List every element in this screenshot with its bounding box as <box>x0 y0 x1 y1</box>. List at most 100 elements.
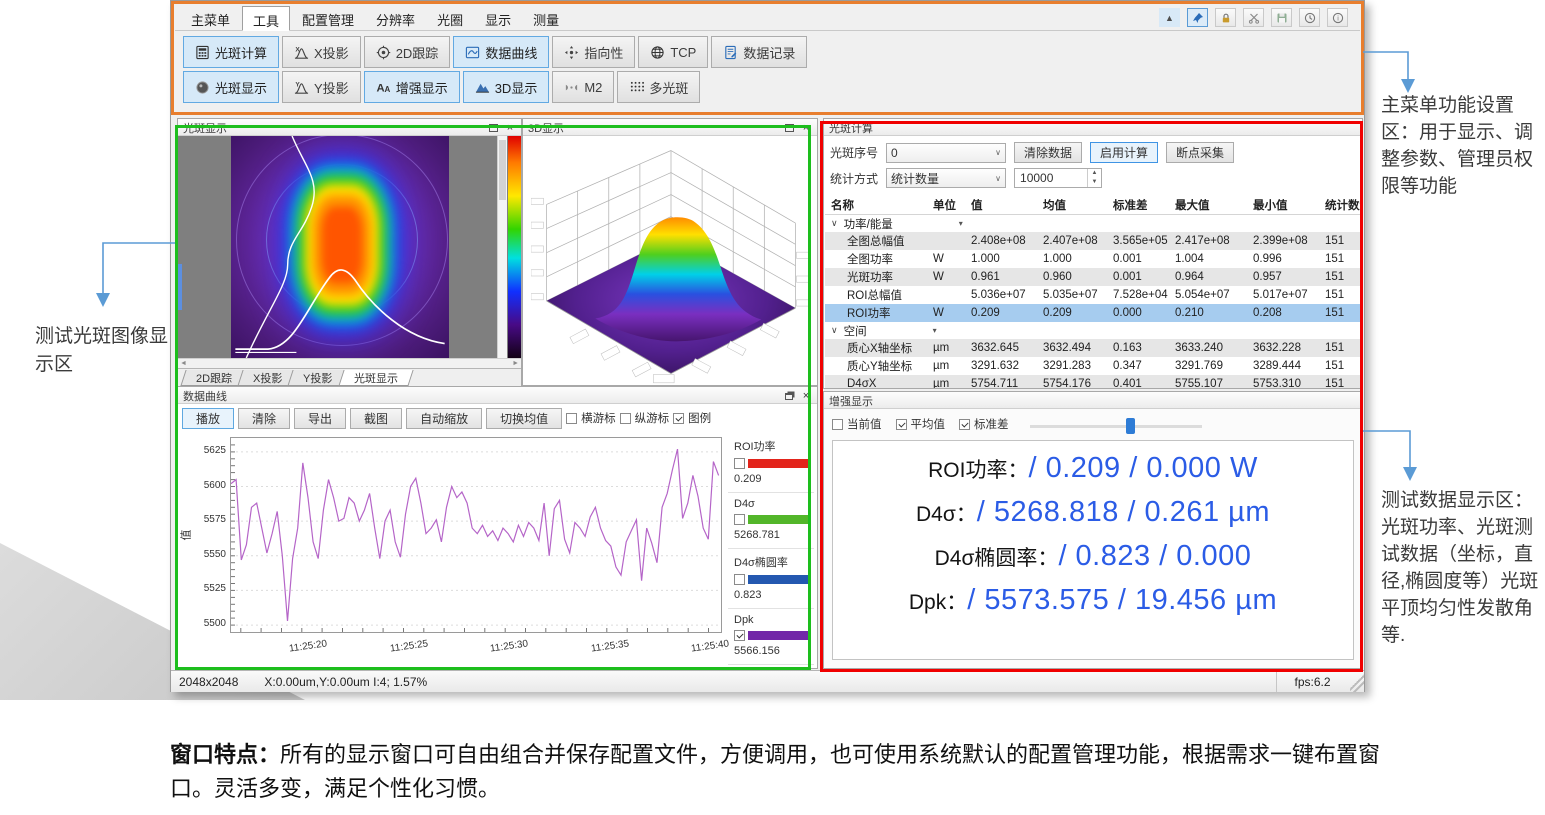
legend-label: Dpk <box>734 614 810 626</box>
table-group-功率/能量[interactable]: ∨功率/能量▾ <box>825 215 1361 232</box>
beam-profile-curves <box>231 136 449 358</box>
beam-seq-select[interactable]: 0∨ <box>886 143 1006 163</box>
close-icon[interactable]: × <box>799 389 813 402</box>
lock-icon[interactable] <box>1215 8 1236 27</box>
calc-button-启用计算[interactable]: 启用计算 <box>1090 142 1158 163</box>
toolbar-button-M2[interactable]: M2 <box>552 71 614 103</box>
y-tick-label: 5550 <box>186 549 226 560</box>
table-row-D4σX[interactable]: D4σXµm5754.7115754.1760.4015755.1075753.… <box>825 375 1361 388</box>
caption-bold: 窗口特点： <box>170 742 280 767</box>
toolbar-button-光斑显示[interactable]: 光斑显示 <box>183 71 279 103</box>
svg-text:A: A <box>376 82 384 94</box>
menu-item-工具[interactable]: 工具 <box>242 6 290 31</box>
table-row-质心Y轴坐标[interactable]: 质心Y轴坐标µm3291.6323291.2830.3473291.769328… <box>825 357 1361 375</box>
table-row-ROI总幅值[interactable]: ROI总幅值5.036e+075.035e+077.528e+045.054e+… <box>825 286 1361 304</box>
x-projection-icon: X <box>294 45 309 60</box>
menu-item-配置管理[interactable]: 配置管理 <box>292 6 364 31</box>
toolbar-button-数据记录[interactable]: 数据记录 <box>711 36 807 68</box>
beam-image[interactable] <box>231 136 449 358</box>
curve-button-播放[interactable]: 播放 <box>182 408 234 429</box>
info-icon[interactable]: i <box>1327 8 1348 27</box>
toolbar-button-X投影[interactable]: XX投影 <box>282 36 361 68</box>
group-dropdown-icon[interactable]: ▾ <box>959 219 963 228</box>
pin-icon[interactable] <box>1187 8 1208 27</box>
enhance-slider[interactable] <box>1030 425 1202 428</box>
readout-label: ROI功率： <box>928 459 1028 482</box>
float-window-icon[interactable] <box>782 121 796 134</box>
calc-panel-title: 光斑计算 <box>829 120 873 136</box>
save-icon[interactable] <box>1271 8 1292 27</box>
menu-item-分辨率[interactable]: 分辨率 <box>366 6 425 31</box>
toolbar-button-Y投影[interactable]: YY投影 <box>282 71 361 103</box>
curve-button-清除[interactable]: 清除 <box>238 408 290 429</box>
curve-button-导出[interactable]: 导出 <box>294 408 346 429</box>
horizontal-scrollbar[interactable]: ◄► <box>178 358 521 368</box>
enhance-checkbox-标准差[interactable]: 标准差 <box>959 416 1009 432</box>
cut-icon[interactable] <box>1243 8 1264 27</box>
group-dropdown-icon[interactable]: ▾ <box>933 326 937 335</box>
legend-color-bar <box>748 515 810 524</box>
calc-table: 名称单位值均值标准差最大值最小值统计数量∨功率/能量▾全图总幅值2.408e+0… <box>825 195 1361 388</box>
tcp-globe-icon <box>650 45 665 60</box>
curve-button-自动缩放[interactable]: 自动缩放 <box>406 408 482 429</box>
legend-checkbox[interactable] <box>734 630 745 641</box>
toolbar-button-数据曲线[interactable]: 数据曲线 <box>453 36 549 68</box>
vertical-scrollbar[interactable] <box>497 136 507 358</box>
calc-button-断点采集[interactable]: 断点采集 <box>1166 142 1234 163</box>
table-row-质心X轴坐标[interactable]: 质心X轴坐标µm3632.6453632.4940.1633633.240363… <box>825 339 1361 357</box>
toolbar-button-3D显示[interactable]: 3D显示 <box>463 71 550 103</box>
table-row-全图总幅值[interactable]: 全图总幅值2.408e+082.407e+083.565e+052.417e+0… <box>825 232 1361 250</box>
toolbar-button-增强显示[interactable]: AA增强显示 <box>364 71 460 103</box>
threed-surface-plot[interactable] <box>523 136 817 385</box>
tab-光斑显示[interactable]: 光斑显示 <box>338 370 413 386</box>
table-row-光斑功率[interactable]: 光斑功率W0.9610.9600.0010.9640.957151 <box>825 268 1361 286</box>
multi-beam-icon <box>629 80 644 95</box>
data-record-icon <box>723 45 738 60</box>
checkbox-icon <box>959 419 970 430</box>
curve-button-截图[interactable]: 截图 <box>350 408 402 429</box>
legend-checkbox[interactable] <box>734 574 745 585</box>
legend-label: D4σ <box>734 498 810 510</box>
curve-checkbox-纵游标[interactable]: 纵游标 <box>620 410 670 426</box>
chevron-down-icon: ∨ <box>825 218 838 229</box>
checkbox-icon <box>673 413 684 424</box>
menu-item-测量[interactable]: 测量 <box>523 6 569 31</box>
menu-item-光圈[interactable]: 光圈 <box>427 6 473 31</box>
curve-checkbox-横游标[interactable]: 横游标 <box>566 410 616 426</box>
readout-value: / 5573.575 / 19.456 µm <box>967 584 1277 616</box>
curve-button-切换均值[interactable]: 切换均值 <box>486 408 562 429</box>
toolbar-button-多光斑[interactable]: 多光斑 <box>617 71 700 103</box>
float-window-icon[interactable] <box>486 121 500 134</box>
menu-item-主菜单[interactable]: 主菜单 <box>181 6 240 31</box>
history-icon[interactable] <box>1299 8 1320 27</box>
close-icon[interactable]: × <box>799 121 813 134</box>
enhance-checkbox-当前值[interactable]: 当前值 <box>832 416 882 432</box>
restore-window-icon[interactable] <box>782 389 796 402</box>
legend-item-Dpk: Dpk5566.156 <box>728 609 814 665</box>
legend-checkbox[interactable] <box>734 514 745 525</box>
checkbox-label: 标准差 <box>974 416 1009 432</box>
toolbar-button-TCP[interactable]: TCP <box>638 36 708 68</box>
toolbar-button-2D跟踪[interactable]: 2D跟踪 <box>364 36 451 68</box>
toolbar-button-指向性[interactable]: 指向性 <box>552 36 635 68</box>
menu-item-显示[interactable]: 显示 <box>475 6 521 31</box>
table-group-空间[interactable]: ∨空间▾ <box>825 322 1361 339</box>
calc-button-清除数据[interactable]: 清除数据 <box>1014 142 1082 163</box>
curve-checkbox-图例[interactable]: 图例 <box>673 410 711 426</box>
svg-text:A: A <box>384 85 390 94</box>
resize-grip[interactable] <box>1350 671 1364 692</box>
data-curve-icon <box>465 45 480 60</box>
table-row-ROI功率[interactable]: ROI功率W0.2090.2090.0000.2100.208151 <box>825 304 1361 322</box>
enhance-checkbox-平均值[interactable]: 平均值 <box>896 416 946 432</box>
m2-icon <box>564 80 579 95</box>
legend-checkbox[interactable] <box>734 458 745 469</box>
slider-thumb[interactable] <box>1126 418 1135 434</box>
toolbar-button-光斑计算[interactable]: 光斑计算 <box>183 36 279 68</box>
legend-color-bar <box>748 575 810 584</box>
collapse-icon[interactable]: ▲ <box>1159 8 1180 27</box>
stat-count-spinner[interactable]: 10000 ▲▼ <box>1014 168 1102 188</box>
table-row-全图功率[interactable]: 全图功率W1.0001.0000.0011.0040.996151 <box>825 250 1361 268</box>
close-icon[interactable]: × <box>503 121 517 134</box>
stat-mode-select[interactable]: 统计数量∨ <box>886 168 1006 188</box>
chevron-down-icon: ∨ <box>825 325 838 336</box>
